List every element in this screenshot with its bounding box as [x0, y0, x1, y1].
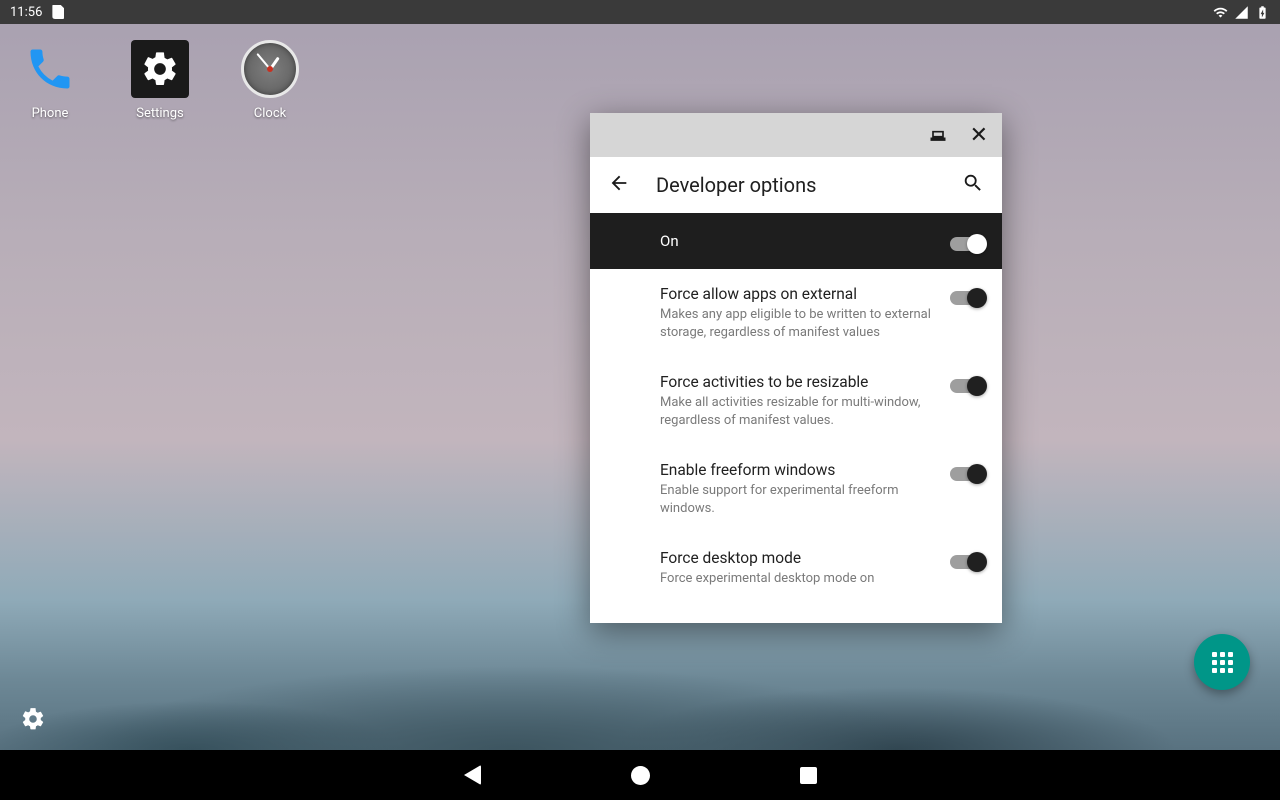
nav-back-button[interactable]: [464, 765, 481, 785]
toggle-switch[interactable]: [950, 379, 984, 393]
setting-item[interactable]: Enable freeform windows Enable support f…: [590, 445, 1002, 533]
battery-icon: [1255, 5, 1270, 20]
desktop-icons: Phone Settings Clock: [10, 40, 310, 121]
setting-description: Force experimental desktop mode on: [660, 570, 934, 588]
app-label: Clock: [254, 106, 286, 121]
navigation-bar: [0, 750, 1280, 800]
settings-list[interactable]: Force allow apps on external Makes any a…: [590, 269, 1002, 623]
back-button[interactable]: [608, 172, 630, 198]
app-label: Phone: [32, 106, 69, 121]
setting-item[interactable]: Force desktop mode Force experimental de…: [590, 533, 1002, 604]
app-label: Settings: [136, 106, 183, 121]
window-header: Developer options: [590, 157, 1002, 213]
settings-window: ✕ Developer options On Force allow apps …: [590, 113, 1002, 623]
setting-item[interactable]: Force activities to be resizable Make al…: [590, 357, 1002, 445]
setting-description: Make all activities resizable for multi-…: [660, 394, 934, 429]
search-button[interactable]: [962, 172, 984, 198]
maximize-icon[interactable]: [928, 125, 948, 145]
app-icon-phone[interactable]: Phone: [10, 40, 90, 121]
clock-icon: [241, 40, 299, 98]
setting-description: Enable support for experimental freeform…: [660, 482, 934, 517]
gear-icon: [131, 40, 189, 98]
gear-icon: [20, 706, 46, 732]
app-drawer-button[interactable]: [1194, 634, 1250, 690]
status-bar: 11:56: [0, 0, 1280, 24]
app-grid-icon: [1212, 652, 1233, 673]
setting-title: Force activities to be resizable: [660, 373, 934, 391]
nav-recents-button[interactable]: [800, 767, 817, 784]
sd-card-icon: [52, 5, 64, 19]
wifi-icon: [1213, 5, 1228, 20]
signal-icon: [1234, 5, 1249, 20]
master-toggle-switch[interactable]: [950, 237, 984, 251]
toggle-switch[interactable]: [950, 467, 984, 481]
window-titlebar[interactable]: ✕: [590, 113, 1002, 157]
master-toggle-label: On: [660, 232, 679, 250]
toggle-switch[interactable]: [950, 555, 984, 569]
quick-settings-button[interactable]: [20, 706, 46, 736]
app-icon-settings[interactable]: Settings: [120, 40, 200, 121]
master-toggle-row[interactable]: On: [590, 213, 1002, 269]
toggle-switch[interactable]: [950, 291, 984, 305]
phone-icon: [21, 40, 79, 98]
setting-item[interactable]: Force allow apps on external Makes any a…: [590, 269, 1002, 357]
setting-title: Enable freeform windows: [660, 461, 934, 479]
setting-title: Force desktop mode: [660, 549, 934, 567]
recents-square-icon: [800, 767, 817, 784]
home-circle-icon: [631, 766, 650, 785]
close-icon[interactable]: ✕: [970, 123, 988, 148]
status-time: 11:56: [10, 5, 42, 20]
setting-description: Makes any app eligible to be written to …: [660, 306, 934, 341]
setting-title: Force allow apps on external: [660, 285, 934, 303]
page-title: Developer options: [656, 173, 936, 197]
nav-home-button[interactable]: [631, 766, 650, 785]
back-triangle-icon: [464, 765, 481, 785]
app-icon-clock[interactable]: Clock: [230, 40, 310, 121]
